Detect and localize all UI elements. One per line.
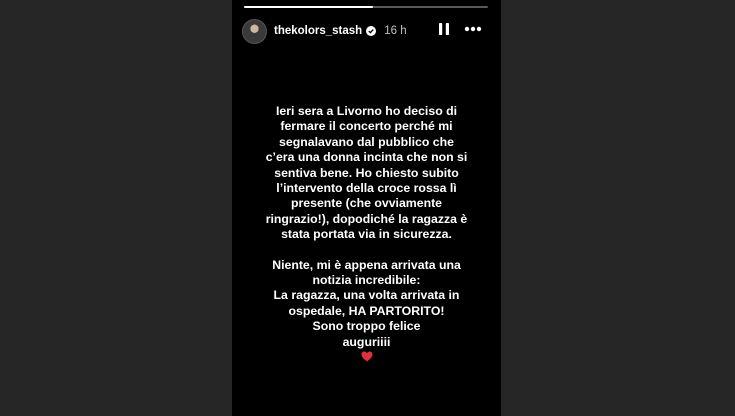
text-line: Sono troppo felice xyxy=(312,319,421,334)
text-line: auguriiii xyxy=(342,334,391,349)
more-icon[interactable] xyxy=(464,26,482,32)
text-line: fermare il concerto perché mi xyxy=(280,119,453,134)
text-line: Ieri sera a Livorno ho deciso di xyxy=(275,104,458,118)
text-line: Niente, mi è appena arrivata una xyxy=(272,257,461,272)
text-line: ringrazio!), dopodiché la ragazza è xyxy=(265,211,468,226)
pause-icon[interactable] xyxy=(438,21,450,37)
story-progress-fill xyxy=(244,6,374,8)
story-header: thekolors_stash 16 h xyxy=(242,17,492,45)
avatar[interactable] xyxy=(242,18,267,44)
text-line: La ragazza, una volta arrivata in xyxy=(273,288,460,303)
story-viewer: thekolors_stash 16 h Ieri sera a Livorno… xyxy=(232,0,501,416)
story-text: Ieri sera a Livorno ho deciso di fermare… xyxy=(248,104,485,362)
story-progress-bar xyxy=(244,6,488,8)
text-line: notizia incredibile: xyxy=(312,273,421,288)
text-line: sentiva bene. Ho chiesto subito xyxy=(274,165,459,180)
text-line: ospedale, HA PARTORITO! xyxy=(288,303,445,318)
story-controls xyxy=(438,21,482,37)
username[interactable]: thekolors_stash xyxy=(274,25,362,37)
story-timestamp: 16 h xyxy=(384,25,407,37)
text-line: c’era una donna incinta che non si xyxy=(265,150,468,165)
verified-badge-icon xyxy=(366,26,377,36)
text-line: l’intervento della croce rossa lì xyxy=(276,181,457,196)
heart-icon xyxy=(361,351,372,362)
text-line: stata portata via in sicurezza. xyxy=(281,227,452,242)
text-line: segnalavano dal pubblico che xyxy=(279,134,454,149)
text-line: presente (che ovviamente xyxy=(290,196,443,211)
